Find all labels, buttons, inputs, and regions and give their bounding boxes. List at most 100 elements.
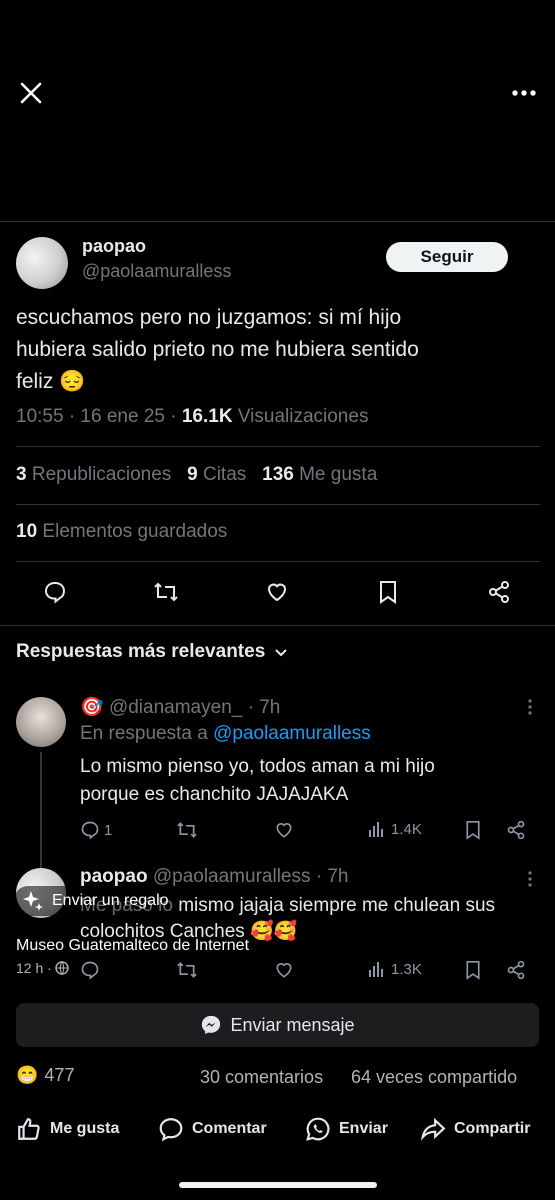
reply-context: En respuesta a @paolaamuralless [80,723,371,745]
reply-time: · 7h [310,866,349,887]
reply-text: Lo mismo pienso yo, todos aman a mi hijo… [80,753,435,809]
share-post-button[interactable]: Compartir [420,1116,530,1142]
send-message-button[interactable]: Enviar mensaje [16,1003,539,1047]
comment-icon [44,581,66,604]
reposts-label: Republicaciones [31,464,172,485]
quotes-stat[interactable]: 9 Citas [187,464,246,485]
send-whatsapp-button[interactable]: Enviar [305,1116,388,1142]
like-button[interactable] [262,577,292,607]
top-divider [0,221,555,222]
reply-to-handle[interactable]: @paolaamuralless [213,723,371,744]
divider [16,504,540,505]
reply-share-button[interactable] [506,960,526,980]
comment-post-button[interactable]: Comentar [158,1116,267,1142]
reply-handle[interactable]: @paolaamuralless [153,866,311,887]
reply-count: 1 [104,821,113,839]
post-time-meta: 12 h · [16,960,69,976]
bookmark-button[interactable] [373,577,403,607]
comment-bubble-icon [159,1118,183,1142]
post-time: 12 h · [16,960,52,976]
thumbs-up-icon [18,1118,40,1140]
reply-reply-button[interactable]: 1 [80,820,112,840]
post-text-line: feliz 😔 [16,370,86,393]
divider [16,446,540,447]
page-name[interactable]: Museo Guatemalteco de Internet [16,937,249,955]
reply-text-line: Lo mismo pienso yo, todos aman a mi hijo [80,756,435,777]
reply-button[interactable] [40,577,70,607]
comment-icon [81,821,99,840]
bookmarks-count: 10 [16,521,38,542]
heart-icon [267,583,287,602]
comments-count[interactable]: 30 comentarios [200,1067,323,1088]
reply-share-button[interactable] [506,820,526,840]
likes-stat[interactable]: 136 Me gusta [262,464,377,485]
views-label: Visualizaciones [232,406,369,427]
like-post-button[interactable]: Me gusta [16,1116,119,1142]
haha-reaction-icon: 😁 [16,1065,39,1085]
share-arrow-icon [420,1117,446,1141]
repost-icon [154,582,178,602]
reactions-summary[interactable]: 😁 477 [16,1065,74,1086]
send-gift-button[interactable]: Enviar un regalo [14,886,177,916]
share-post-label: Compartir [454,1120,531,1137]
send-label: Enviar [339,1120,388,1137]
heart-icon [276,823,292,838]
more-vertical-icon [528,699,532,715]
reply-bookmark-button[interactable] [464,820,482,840]
reply-time: · 7h [242,697,281,718]
reply-repost-button[interactable] [176,960,198,980]
follow-button[interactable]: Seguir [386,242,508,272]
more-horizontal-icon [512,90,536,96]
close-button[interactable] [14,76,48,110]
replies-sort-dropdown[interactable]: Respuestas más relevantes [16,641,289,663]
more-options-button[interactable] [504,78,544,108]
reply-like-button[interactable] [274,960,294,980]
reposts-stat[interactable]: 3 Republicaciones [16,464,171,485]
reply-more-button[interactable] [520,868,540,890]
post-actions [0,575,555,609]
bookmark-icon [466,961,480,980]
comment-icon [81,961,99,980]
reply-bookmark-button[interactable] [464,960,482,980]
reply-more-button[interactable] [520,696,540,718]
author-display-name[interactable]: paopao [82,236,146,257]
reply-like-button[interactable] [274,820,294,840]
share-icon [489,581,509,603]
author-avatar[interactable] [16,237,68,289]
post-text-line: escuchamos pero no juzgamos: si mí hijo [16,306,402,329]
thread-line [40,752,42,870]
reply-views: 1.3K [391,960,422,978]
divider [16,561,540,562]
share-button[interactable] [484,577,514,607]
bookmark-icon [380,581,396,604]
reply-header: paopao @paolaamuralless · 7h [80,866,349,888]
reply-avatar[interactable] [16,697,66,747]
reply-views-button[interactable]: 1.3K [368,960,422,978]
analytics-icon [369,962,383,977]
reply-reply-button[interactable] [80,960,100,980]
gift-sparkle-icon [23,891,43,911]
reply-repost-button[interactable] [176,820,198,840]
messenger-icon [202,1015,221,1035]
reply-to-label: En respuesta a [80,723,214,744]
shares-count[interactable]: 64 veces compartido [351,1067,517,1088]
repost-button[interactable] [151,577,181,607]
close-icon [20,82,42,104]
author-handle[interactable]: @paolaamuralless [82,261,231,282]
reposts-count: 3 [16,464,27,485]
facebook-actions: Me gusta Comentar Enviar Compartir [0,1112,555,1148]
divider [0,625,555,626]
reply-handle[interactable]: @dianamayen_ [109,697,242,718]
bookmarks-stat[interactable]: 10 Elementos guardados [16,521,227,543]
analytics-icon [369,822,383,837]
share-icon [507,960,525,980]
reply-views: 1.4K [391,820,422,838]
reply-actions: 1 1.4K [80,818,540,844]
post-timestamp[interactable]: 10:55 · 16 ene 25 · [16,406,182,427]
reply-text-line: porque es chanchito JAJAJAKA [80,784,349,805]
home-indicator [179,1182,377,1188]
reply-display-name[interactable]: paopao [80,866,148,887]
reply-views-button[interactable]: 1.4K [368,820,422,838]
views-count: 16.1K [181,406,233,427]
quotes-count: 9 [187,464,198,485]
